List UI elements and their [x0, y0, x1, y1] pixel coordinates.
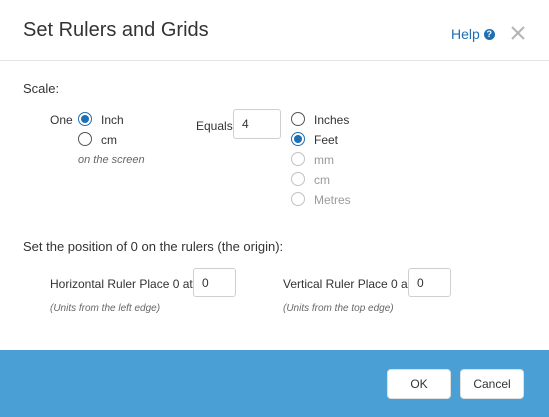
equals-unit-mm-radio [291, 152, 305, 166]
origin-section-label: Set the position of 0 on the rulers (the… [23, 239, 284, 254]
equals-unit-mm-label: mm [314, 153, 334, 167]
equals-unit-feet-radio[interactable] [291, 132, 305, 146]
equals-label: Equals [196, 119, 233, 133]
one-unit-inch-radio[interactable] [78, 112, 92, 126]
one-label: One [50, 113, 73, 127]
horizontal-origin-input[interactable]: 0 [193, 268, 236, 297]
equals-unit-feet-label: Feet [314, 133, 339, 147]
vertical-origin-hint: (Units from the top edge) [283, 303, 394, 314]
equals-unit-cm-label: cm [314, 173, 330, 187]
cancel-button[interactable]: Cancel [460, 369, 524, 399]
equals-unit-metres-radio [291, 192, 305, 206]
equals-unit-inches-radio[interactable] [291, 112, 305, 126]
close-icon[interactable] [509, 24, 527, 42]
one-unit-cm-label: cm [101, 133, 117, 147]
equals-unit-inches-label: Inches [314, 113, 350, 127]
help-label: Help [451, 26, 480, 42]
one-unit-inch-label: Inch [101, 113, 124, 127]
scale-section-label: Scale: [23, 81, 60, 96]
one-unit-cm-radio[interactable] [78, 132, 92, 146]
equals-unit-metres-label: Metres [314, 193, 351, 207]
equals-input[interactable]: 4 [233, 109, 281, 139]
horizontal-ruler-label: Horizontal Ruler Place 0 at [50, 277, 193, 291]
header-divider [0, 60, 549, 61]
on-screen-hint: on the screen [78, 154, 145, 166]
horizontal-origin-hint: (Units from the left edge) [50, 303, 161, 314]
help-link[interactable]: Help ? [451, 26, 495, 42]
dialog-title: Set Rulers and Grids [23, 19, 209, 41]
vertical-ruler-label: Vertical Ruler Place 0 at [283, 277, 412, 291]
question-icon: ? [483, 28, 495, 40]
equals-unit-cm-radio [291, 172, 305, 186]
vertical-origin-input[interactable]: 0 [408, 268, 451, 297]
ok-button[interactable]: OK [387, 369, 451, 399]
